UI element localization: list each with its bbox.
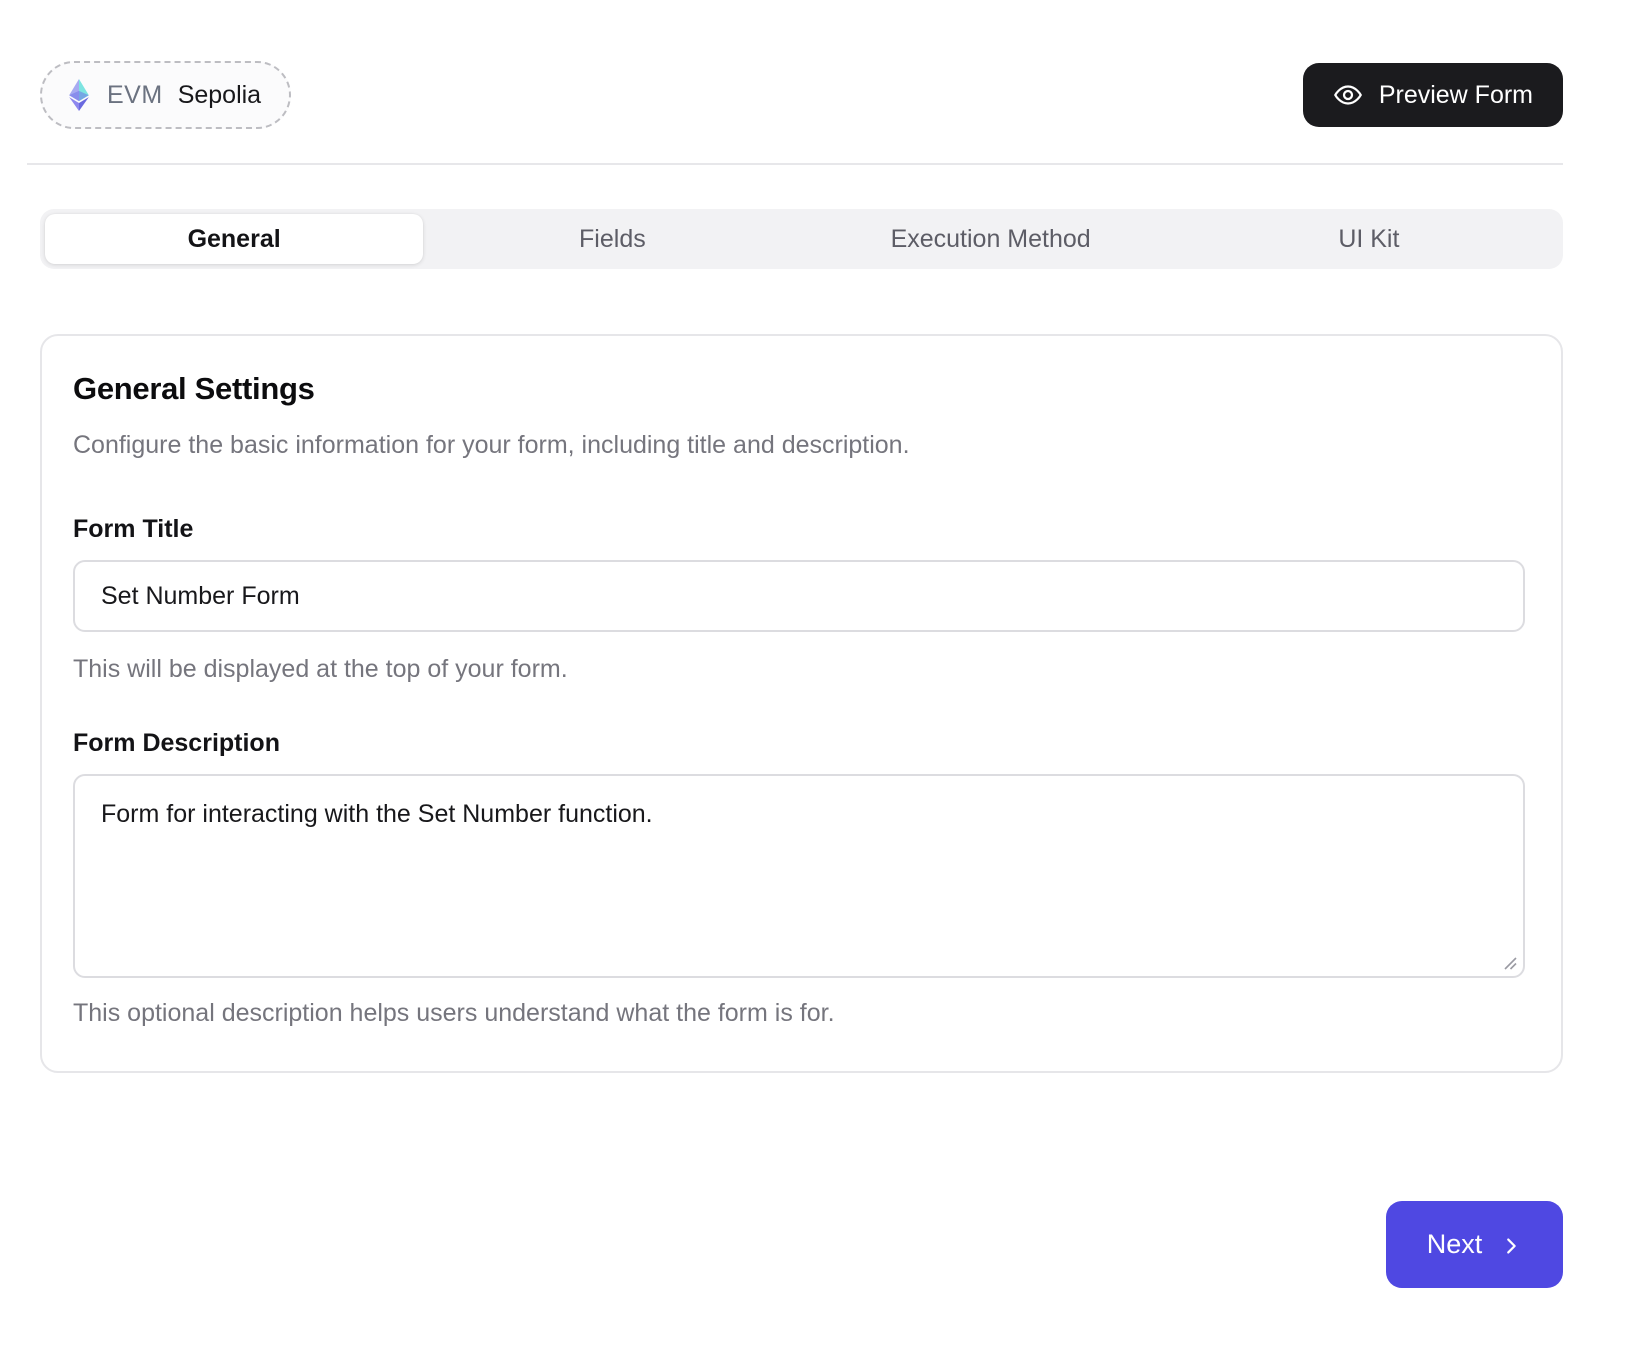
- form-title-label: Form Title: [73, 514, 1525, 544]
- card-description: Configure the basic information for your…: [73, 430, 1525, 460]
- header: EVM Sepolia Preview Form: [40, 61, 1563, 129]
- next-button[interactable]: Next: [1386, 1201, 1563, 1288]
- tab-general[interactable]: General: [45, 214, 423, 264]
- preview-form-label: Preview Form: [1379, 81, 1533, 110]
- form-description-label: Form Description: [73, 728, 1525, 758]
- form-description-helper: This optional description helps users un…: [73, 998, 1525, 1028]
- chevron-right-icon: [1500, 1233, 1522, 1257]
- tab-ui-kit[interactable]: UI Kit: [1180, 214, 1558, 264]
- next-button-label: Next: [1427, 1229, 1483, 1260]
- form-title-input[interactable]: [73, 560, 1525, 632]
- form-description-textarea[interactable]: Form for interacting with the Set Number…: [73, 774, 1525, 978]
- preview-form-button[interactable]: Preview Form: [1303, 63, 1563, 127]
- tab-execution-method[interactable]: Execution Method: [802, 214, 1180, 264]
- tab-bar: General Fields Execution Method UI Kit: [40, 209, 1563, 269]
- header-divider: [27, 163, 1563, 165]
- tab-fields[interactable]: Fields: [423, 214, 801, 264]
- form-title-helper: This will be displayed at the top of you…: [73, 654, 1525, 684]
- resize-handle-icon[interactable]: [1502, 955, 1518, 971]
- general-settings-card: General Settings Configure the basic inf…: [40, 334, 1563, 1073]
- eye-icon: [1333, 80, 1363, 110]
- card-title: General Settings: [73, 370, 1525, 408]
- footer: Next: [40, 1201, 1563, 1288]
- network-selector-chip[interactable]: EVM Sepolia: [40, 61, 291, 129]
- form-builder-page: EVM Sepolia Preview Form General Fields …: [0, 0, 1642, 1288]
- ethereum-icon: [66, 79, 92, 111]
- form-description-wrap: Form for interacting with the Set Number…: [73, 774, 1525, 978]
- chain-label: EVM: [107, 81, 163, 110]
- network-label: Sepolia: [178, 81, 261, 110]
